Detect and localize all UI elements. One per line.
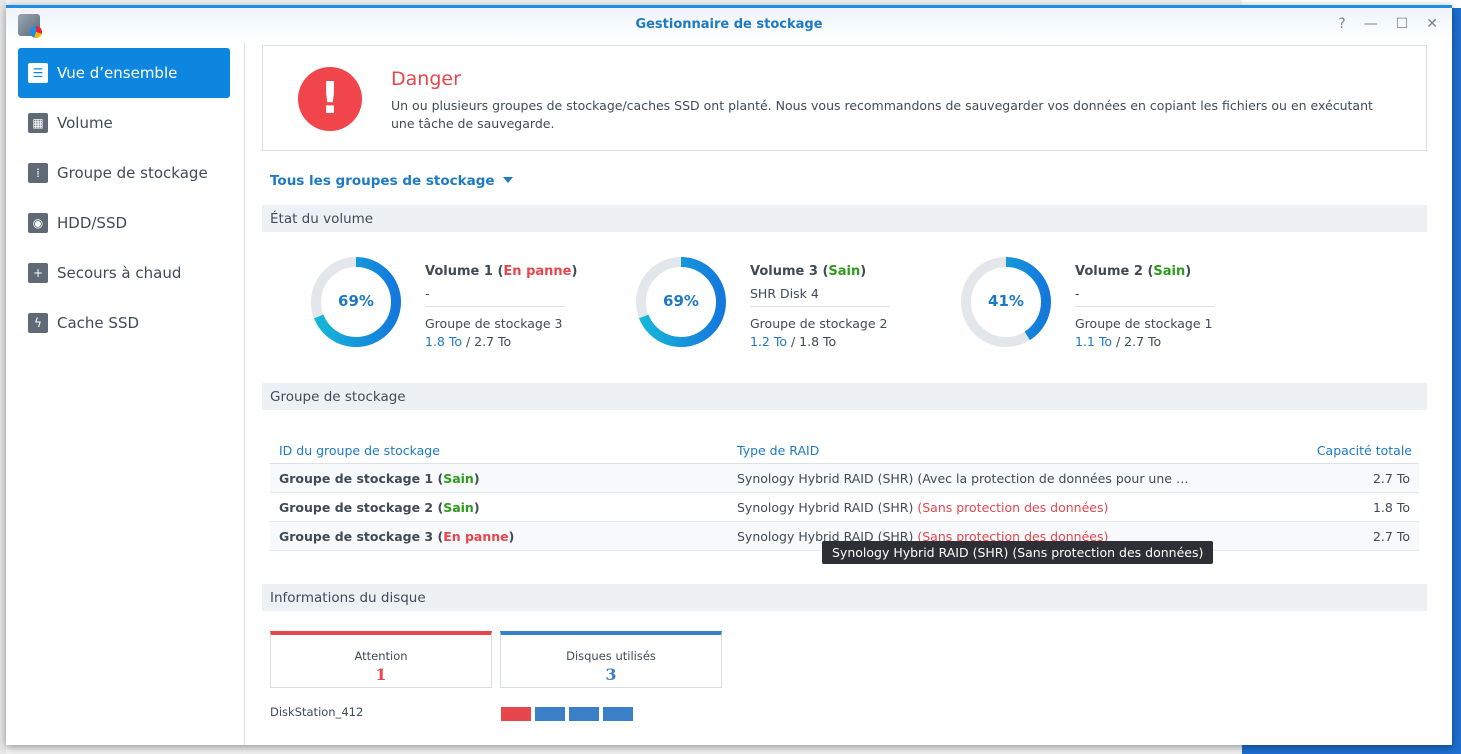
sidebar-item-volume[interactable]: ▦ Volume (18, 98, 230, 148)
divider (1075, 306, 1215, 307)
filter-label: Tous les groupes de stockage (270, 173, 495, 189)
volume-section-header: État du volume (262, 205, 1427, 232)
danger-alert: ! Danger Un ou plusieurs groupes de stoc… (262, 45, 1427, 151)
divider (750, 306, 890, 307)
volume-pool: Groupe de stockage 3 (425, 316, 563, 331)
danger-icon: ! (298, 67, 362, 131)
volume-card[interactable]: 69% Volume 1 (En panne) - Groupe de stoc… (308, 254, 608, 354)
tooltip: Synology Hybrid RAID (SHR) (Sans protect… (822, 541, 1214, 564)
main-content: ! Danger Un ou plusieurs groupes de stoc… (262, 42, 1427, 745)
disk-slot[interactable] (535, 707, 565, 721)
maximize-button[interactable]: ☐ (1396, 16, 1409, 32)
total-capacity: / 2.7 To (462, 334, 512, 349)
volume-capacity: 1.1 To / 2.7 To (1075, 334, 1161, 349)
pool-table: ID du groupe de stockage Type de RAID Ca… (270, 436, 1419, 551)
column-header-raid[interactable]: Type de RAID (737, 443, 819, 458)
window-title: Gestionnaire de stockage (635, 17, 823, 32)
disk-icon: ◉ (28, 213, 48, 233)
pool-name: Groupe de stockage 3 (En panne) (279, 529, 515, 544)
disk-summary-card[interactable]: Disques utilisés 3 (500, 631, 722, 688)
used-capacity: 1.8 To (425, 334, 463, 349)
raid-type: Synology Hybrid RAID (SHR) (Sans protect… (737, 500, 1109, 515)
sidebar-item-vue-d-ensemble[interactable]: ☰ Vue d’ensemble (18, 48, 230, 98)
pool-capacity: 2.7 To (1372, 471, 1410, 486)
total-capacity: / 1.8 To (787, 334, 837, 349)
card-label: Attention (354, 649, 408, 663)
alert-title: Danger (391, 68, 461, 90)
title-bar[interactable]: Gestionnaire de stockage ? — ☐ ✕ (6, 8, 1452, 42)
sidebar-item-label: HDD/SSD (57, 214, 128, 232)
disk-section-header: Informations du disque (262, 584, 1427, 611)
sidebar-item-label: Cache SSD (57, 314, 140, 332)
card-label: Disques utilisés (566, 649, 656, 663)
raid-note: (Sans protection des données) (917, 500, 1109, 515)
volume-pool: Groupe de stockage 2 (750, 316, 888, 331)
sidebar-item-label: Groupe de stockage (57, 164, 208, 182)
pool-capacity: 1.8 To (1372, 500, 1410, 515)
pool-section-header: Groupe de stockage (262, 383, 1427, 410)
column-header-id[interactable]: ID du groupe de stockage (279, 443, 440, 458)
card-value: 3 (605, 665, 617, 684)
used-capacity: 1.2 To (750, 334, 788, 349)
disk-slot[interactable] (501, 707, 531, 721)
sidebar-item-secours-chaud[interactable]: + Secours à chaud (18, 248, 230, 298)
sidebar-item-label: Vue d’ensemble (57, 64, 178, 82)
sidebar: ☰ Vue d’ensemble ▦ Volume ⁞ Groupe de stockag… (6, 42, 245, 745)
volume-card[interactable]: 41% Volume 2 (Sain) - Groupe de stockage… (958, 254, 1258, 354)
chevron-down-icon (502, 177, 513, 188)
overview-icon: ☰ (28, 63, 48, 83)
disk-slot[interactable] (603, 707, 633, 721)
volume-capacity: 1.8 To / 2.7 To (425, 334, 511, 349)
table-row[interactable]: Groupe de stockage 1 (Sain) Synology Hyb… (270, 464, 1419, 493)
cubes-icon: ▦ (28, 113, 48, 133)
sidebar-item-label: Secours à chaud (57, 264, 182, 282)
storage-manager-window: Gestionnaire de stockage ? — ☐ ✕ ☰ Vue d’… (6, 5, 1452, 745)
sidebar-item-hdd-ssd[interactable]: ◉ HDD/SSD (18, 198, 230, 248)
sidebar-item-cache-ssd[interactable]: ϟ Cache SSD (18, 298, 230, 348)
used-capacity: 1.1 To (1075, 334, 1113, 349)
pool-status: Sain (443, 471, 474, 486)
pool-status: En panne (443, 529, 509, 544)
total-capacity: / 2.7 To (1112, 334, 1162, 349)
column-header-capacity[interactable]: Capacité totale (1317, 443, 1412, 458)
card-value: 1 (375, 665, 387, 684)
sidebar-item-label: Volume (57, 114, 113, 132)
usage-percent: 69% (338, 292, 374, 310)
volume-description: SHR Disk 4 (750, 286, 819, 301)
volume-name: Volume 1 (En panne) (425, 264, 578, 279)
volume-name: Volume 3 (Sain) (750, 264, 867, 279)
disk-summary-card[interactable]: Attention 1 (270, 631, 492, 688)
ssd-cache-icon: ϟ (28, 313, 48, 333)
table-header: ID du groupe de stockage Type de RAID Ca… (270, 436, 1419, 464)
pool-name: Groupe de stockage 2 (Sain) (279, 500, 480, 515)
disk-slot[interactable] (569, 707, 599, 721)
alert-message: Un ou plusieurs groupes de stockage/cach… (391, 98, 1373, 131)
volume-status: Sain (1153, 264, 1186, 279)
volume-name: Volume 2 (Sain) (1075, 264, 1192, 279)
close-button[interactable]: ✕ (1426, 16, 1438, 32)
volume-capacity: 1.2 To / 1.8 To (750, 334, 836, 349)
volume-pool: Groupe de stockage 1 (1075, 316, 1213, 331)
raid-note: (Avec la protection de données pour une … (917, 471, 1189, 486)
pool-filter-dropdown[interactable]: Tous les groupes de stockage (270, 173, 513, 189)
raid-type: Synology Hybrid RAID (SHR) (Avec la prot… (737, 471, 1189, 486)
volume-card[interactable]: 69% Volume 3 (Sain) SHR Disk 4 Groupe de… (633, 254, 933, 354)
minimize-button[interactable]: — (1364, 16, 1378, 32)
storage-pool-icon: ⁞ (28, 163, 48, 183)
hot-spare-icon: + (28, 263, 48, 283)
volume-description: - (1075, 286, 1080, 301)
volume-description: - (425, 286, 430, 301)
divider (425, 306, 565, 307)
volume-status: Sain (828, 264, 861, 279)
sidebar-item-groupe-de-stockage[interactable]: ⁞ Groupe de stockage (18, 148, 230, 198)
pool-status: Sain (443, 500, 474, 515)
help-button[interactable]: ? (1338, 16, 1345, 32)
pool-capacity: 2.7 To (1372, 529, 1410, 544)
volume-status: En panne (503, 264, 572, 279)
usage-percent: 69% (663, 292, 699, 310)
usage-percent: 41% (988, 292, 1024, 310)
table-row[interactable]: Groupe de stockage 2 (Sain) Synology Hyb… (270, 493, 1419, 522)
diskstation-name: DiskStation_412 (270, 705, 364, 719)
pool-name: Groupe de stockage 1 (Sain) (279, 471, 480, 486)
